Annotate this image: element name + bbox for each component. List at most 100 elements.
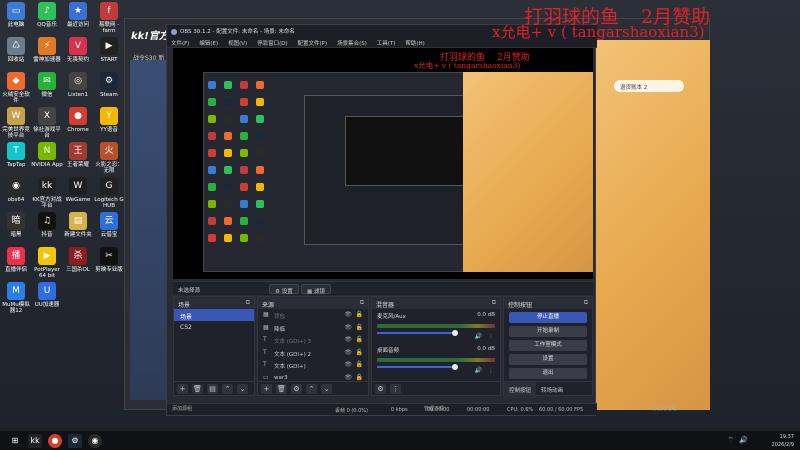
lock-icon[interactable]: 🔓 bbox=[356, 336, 363, 343]
source-item[interactable]: T 文本 (GDI+) 👁 🔓 bbox=[258, 359, 368, 372]
visibility-eye-icon[interactable]: 👁 bbox=[344, 361, 352, 368]
desktop-icon[interactable]: ✂ 剪映专业版 bbox=[93, 247, 125, 273]
desktop-icon[interactable]: ♪ QQ音乐 bbox=[31, 2, 63, 28]
lock-icon[interactable]: 🔓 bbox=[356, 311, 363, 318]
properties-button[interactable]: ⚙ 设置 bbox=[269, 284, 299, 295]
desktop-icon[interactable]: ◎ Listen1 bbox=[62, 72, 94, 98]
lock-icon[interactable]: 🔓 bbox=[356, 349, 363, 356]
scene-item[interactable]: 场景 bbox=[174, 309, 254, 321]
desktop-icon[interactable]: 播直播伴侣 bbox=[0, 247, 32, 273]
desktop-icon[interactable]: ▶ PotPlayer 64 bit bbox=[31, 247, 63, 280]
app-icon: ✂ bbox=[100, 247, 118, 265]
source-properties-icon[interactable]: ⚙ bbox=[291, 384, 302, 394]
lock-icon[interactable]: 🔓 bbox=[356, 374, 363, 381]
desktop-icon[interactable]: ★ 最近访问 bbox=[62, 2, 94, 28]
scene-filter-icon[interactable]: ▤ bbox=[207, 384, 218, 394]
source-item[interactable]: T 文本 (GDI+) 2 👁 🔓 bbox=[258, 347, 368, 360]
desktop-icon[interactable]: ▭ 此电脑 bbox=[0, 2, 32, 28]
desktop-icon[interactable]: kk KK官方对战平台 bbox=[31, 177, 63, 210]
desktop-icon[interactable]: ◉ obs64 bbox=[0, 177, 32, 203]
desktop-icon[interactable]: ▤ 新建文件夹 bbox=[62, 212, 94, 238]
desktop-icon[interactable]: ▶ START bbox=[93, 37, 125, 63]
move-down-icon[interactable]: ⌄ bbox=[237, 384, 248, 394]
obs-taskbar-icon[interactable]: ◉ bbox=[88, 434, 102, 448]
dock-undock-icon[interactable]: ⧉ bbox=[360, 299, 364, 307]
visibility-eye-icon[interactable]: 👁 bbox=[344, 311, 352, 318]
advanced-audio-icon[interactable]: ⚙ bbox=[375, 384, 386, 394]
visibility-eye-icon[interactable]: 👁 bbox=[344, 336, 352, 343]
source-item[interactable]: T 文本 (GDI+) 3 👁 🔓 bbox=[258, 334, 368, 347]
desktop-icon[interactable]: Y YY语音 bbox=[93, 107, 125, 133]
volume-slider[interactable] bbox=[377, 364, 458, 370]
desktop-icon[interactable]: 暗暗黑 bbox=[0, 212, 32, 238]
windows-start-icon[interactable]: ⊞ bbox=[8, 434, 22, 448]
stop-streaming-button[interactable]: 停止直播 bbox=[509, 312, 587, 323]
add-source-icon[interactable]: + bbox=[261, 384, 272, 394]
network-icon[interactable]: ⌔ bbox=[727, 436, 734, 445]
tab-transitions[interactable]: 转场动画 bbox=[536, 382, 568, 398]
desktop-icon[interactable]: f 易联网 - farm bbox=[93, 2, 125, 35]
scene-item[interactable]: CS2 bbox=[174, 321, 254, 333]
tab-controls[interactable]: 控制按钮 bbox=[504, 382, 537, 398]
add-scene-icon[interactable]: + bbox=[177, 384, 188, 394]
desktop-icon[interactable]: N NVIDIA App bbox=[31, 142, 63, 168]
studio-mode-button[interactable]: 工作室模式 bbox=[509, 340, 587, 351]
desktop-icon[interactable]: M MuMu模拟器12 bbox=[0, 282, 32, 315]
settings-button[interactable]: 设置 bbox=[509, 354, 587, 365]
steam-taskbar-icon[interactable]: ⚙ bbox=[68, 434, 82, 448]
desktop-icon[interactable]: ◆ 火绒安全软件 bbox=[0, 72, 32, 105]
lock-icon[interactable]: 🔓 bbox=[356, 324, 363, 331]
desktop-icon[interactable]: X 徐社游戏平台 bbox=[31, 107, 63, 140]
app-icon: ★ bbox=[69, 2, 87, 20]
dock-undock-icon[interactable]: ⧉ bbox=[492, 299, 496, 307]
desktop-icon[interactable]: ⚙ Steam bbox=[93, 72, 125, 98]
desktop-icon[interactable]: ♺ 回收站 bbox=[0, 37, 32, 63]
kk-footer-right[interactable]: 好友与帮助 bbox=[652, 405, 677, 412]
start-recording-button[interactable]: 开始录制 bbox=[509, 326, 587, 337]
obs-preview[interactable] bbox=[173, 48, 593, 279]
kk-taskbar-icon[interactable]: kk bbox=[28, 434, 42, 448]
game-menu-button[interactable]: 退货账本 2 bbox=[614, 80, 684, 92]
kk-footer-mid[interactable]: 管理下载 bbox=[424, 405, 444, 412]
desktop-icon[interactable]: T TapTap bbox=[0, 142, 32, 168]
desktop-icon[interactable]: ✉ 微信 bbox=[31, 72, 63, 98]
more-options-icon[interactable]: ⋮ bbox=[488, 367, 494, 374]
visibility-eye-icon[interactable]: 👁 bbox=[344, 349, 352, 356]
dock-undock-icon[interactable]: ⧉ bbox=[584, 299, 588, 307]
source-item[interactable]: ▦ 背包 👁 🔓 bbox=[258, 309, 368, 322]
desktop-icon[interactable]: U UU加速器 bbox=[31, 282, 63, 308]
desktop-icon[interactable]: V 无畏契约 bbox=[62, 37, 94, 63]
move-down-icon[interactable]: ⌄ bbox=[321, 384, 332, 394]
desktop-icon[interactable]: 王王者荣耀 bbox=[62, 142, 94, 168]
kk-footer-left[interactable]: 添加源组 bbox=[172, 405, 192, 412]
desktop-icon[interactable]: G Logitech G HUB bbox=[93, 177, 125, 210]
remove-source-icon[interactable]: 🗑 bbox=[276, 384, 287, 394]
slider-handle[interactable] bbox=[452, 364, 458, 370]
slider-handle[interactable] bbox=[452, 330, 458, 336]
desktop-icon[interactable]: 杀三国杀OL bbox=[62, 247, 94, 273]
visibility-eye-icon[interactable]: 👁 bbox=[344, 374, 352, 381]
volume-icon[interactable]: 🔊 bbox=[739, 436, 748, 444]
source-item[interactable]: ▦ 降临 👁 🔓 bbox=[258, 322, 368, 335]
volume-slider[interactable] bbox=[377, 330, 458, 336]
desktop-icon[interactable]: ● Chrome bbox=[62, 107, 94, 133]
move-up-icon[interactable]: ⌃ bbox=[306, 384, 317, 394]
chrome-taskbar-icon[interactable]: ● bbox=[48, 434, 62, 448]
speaker-icon[interactable]: 🔊 bbox=[475, 367, 482, 374]
filters-button[interactable]: ▦ 滤镜 bbox=[301, 284, 331, 295]
speaker-icon[interactable]: 🔊 bbox=[475, 333, 482, 340]
desktop-icon[interactable]: ⚡ 雷神加速器 bbox=[31, 37, 63, 63]
desktop-icon[interactable]: W WeGame bbox=[62, 177, 94, 203]
remove-scene-icon[interactable]: 🗑 bbox=[192, 384, 203, 394]
desktop-icon[interactable]: 火火影之忍：无限 bbox=[93, 142, 125, 175]
exit-button[interactable]: 退出 bbox=[509, 368, 587, 379]
desktop-icon[interactable]: W 完美世界竞技平台 bbox=[0, 107, 32, 140]
desktop-icon[interactable]: 云云借宝 bbox=[93, 212, 125, 238]
lock-icon[interactable]: 🔓 bbox=[356, 361, 363, 368]
desktop-icon[interactable]: ♫ 抖音 bbox=[31, 212, 63, 238]
mixer-menu-icon[interactable]: ⋮ bbox=[390, 384, 401, 394]
more-options-icon[interactable]: ⋮ bbox=[488, 333, 494, 340]
move-up-icon[interactable]: ⌃ bbox=[222, 384, 233, 394]
visibility-eye-icon[interactable]: 👁 bbox=[344, 324, 352, 331]
dock-undock-icon[interactable]: ⧉ bbox=[246, 299, 250, 307]
